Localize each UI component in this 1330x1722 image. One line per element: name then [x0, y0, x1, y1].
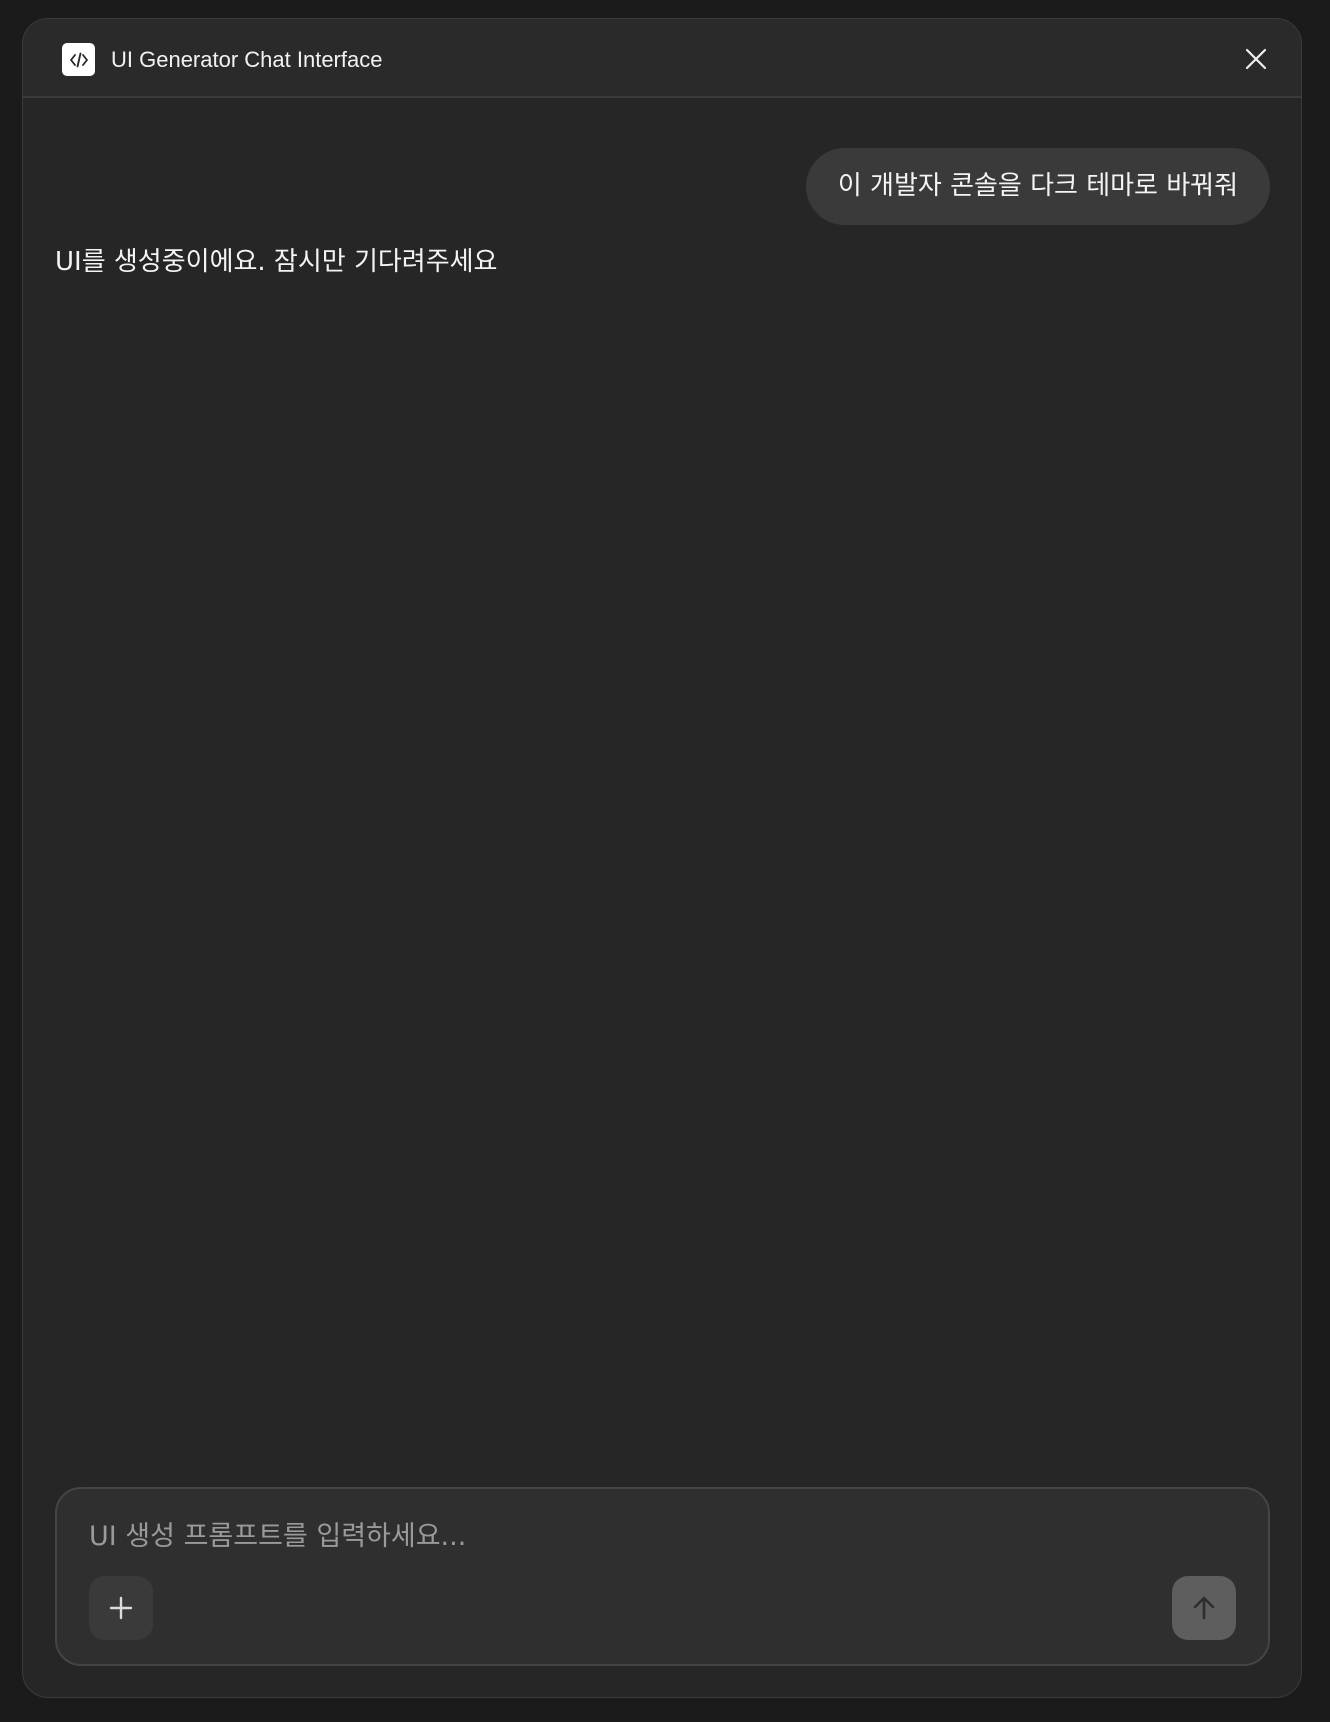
add-attachment-button[interactable] — [89, 1576, 153, 1640]
app-title: UI Generator Chat Interface — [111, 47, 383, 72]
user-message: 이 개발자 콘솔을 다크 테마로 바꿔줘 — [805, 148, 1270, 225]
prompt-input[interactable] — [89, 1511, 1139, 1561]
plus-icon — [109, 1596, 133, 1620]
chat-window: UI Generator Chat Interface 이 개발자 콘솔을 다크… — [22, 18, 1302, 1698]
close-icon — [1245, 48, 1267, 70]
prompt-composer — [55, 1487, 1270, 1666]
arrow-up-icon — [1193, 1596, 1215, 1620]
message-list: 이 개발자 콘솔을 다크 테마로 바꿔줘 UI를 생성중이에요. 잠시만 기다려… — [23, 100, 1301, 1497]
assistant-message: UI를 생성중이에요. 잠시만 기다려주세요 — [55, 247, 498, 277]
send-button[interactable] — [1172, 1576, 1236, 1640]
code-icon — [62, 43, 95, 76]
header: UI Generator Chat Interface — [23, 19, 1301, 98]
close-button[interactable] — [1237, 40, 1275, 78]
